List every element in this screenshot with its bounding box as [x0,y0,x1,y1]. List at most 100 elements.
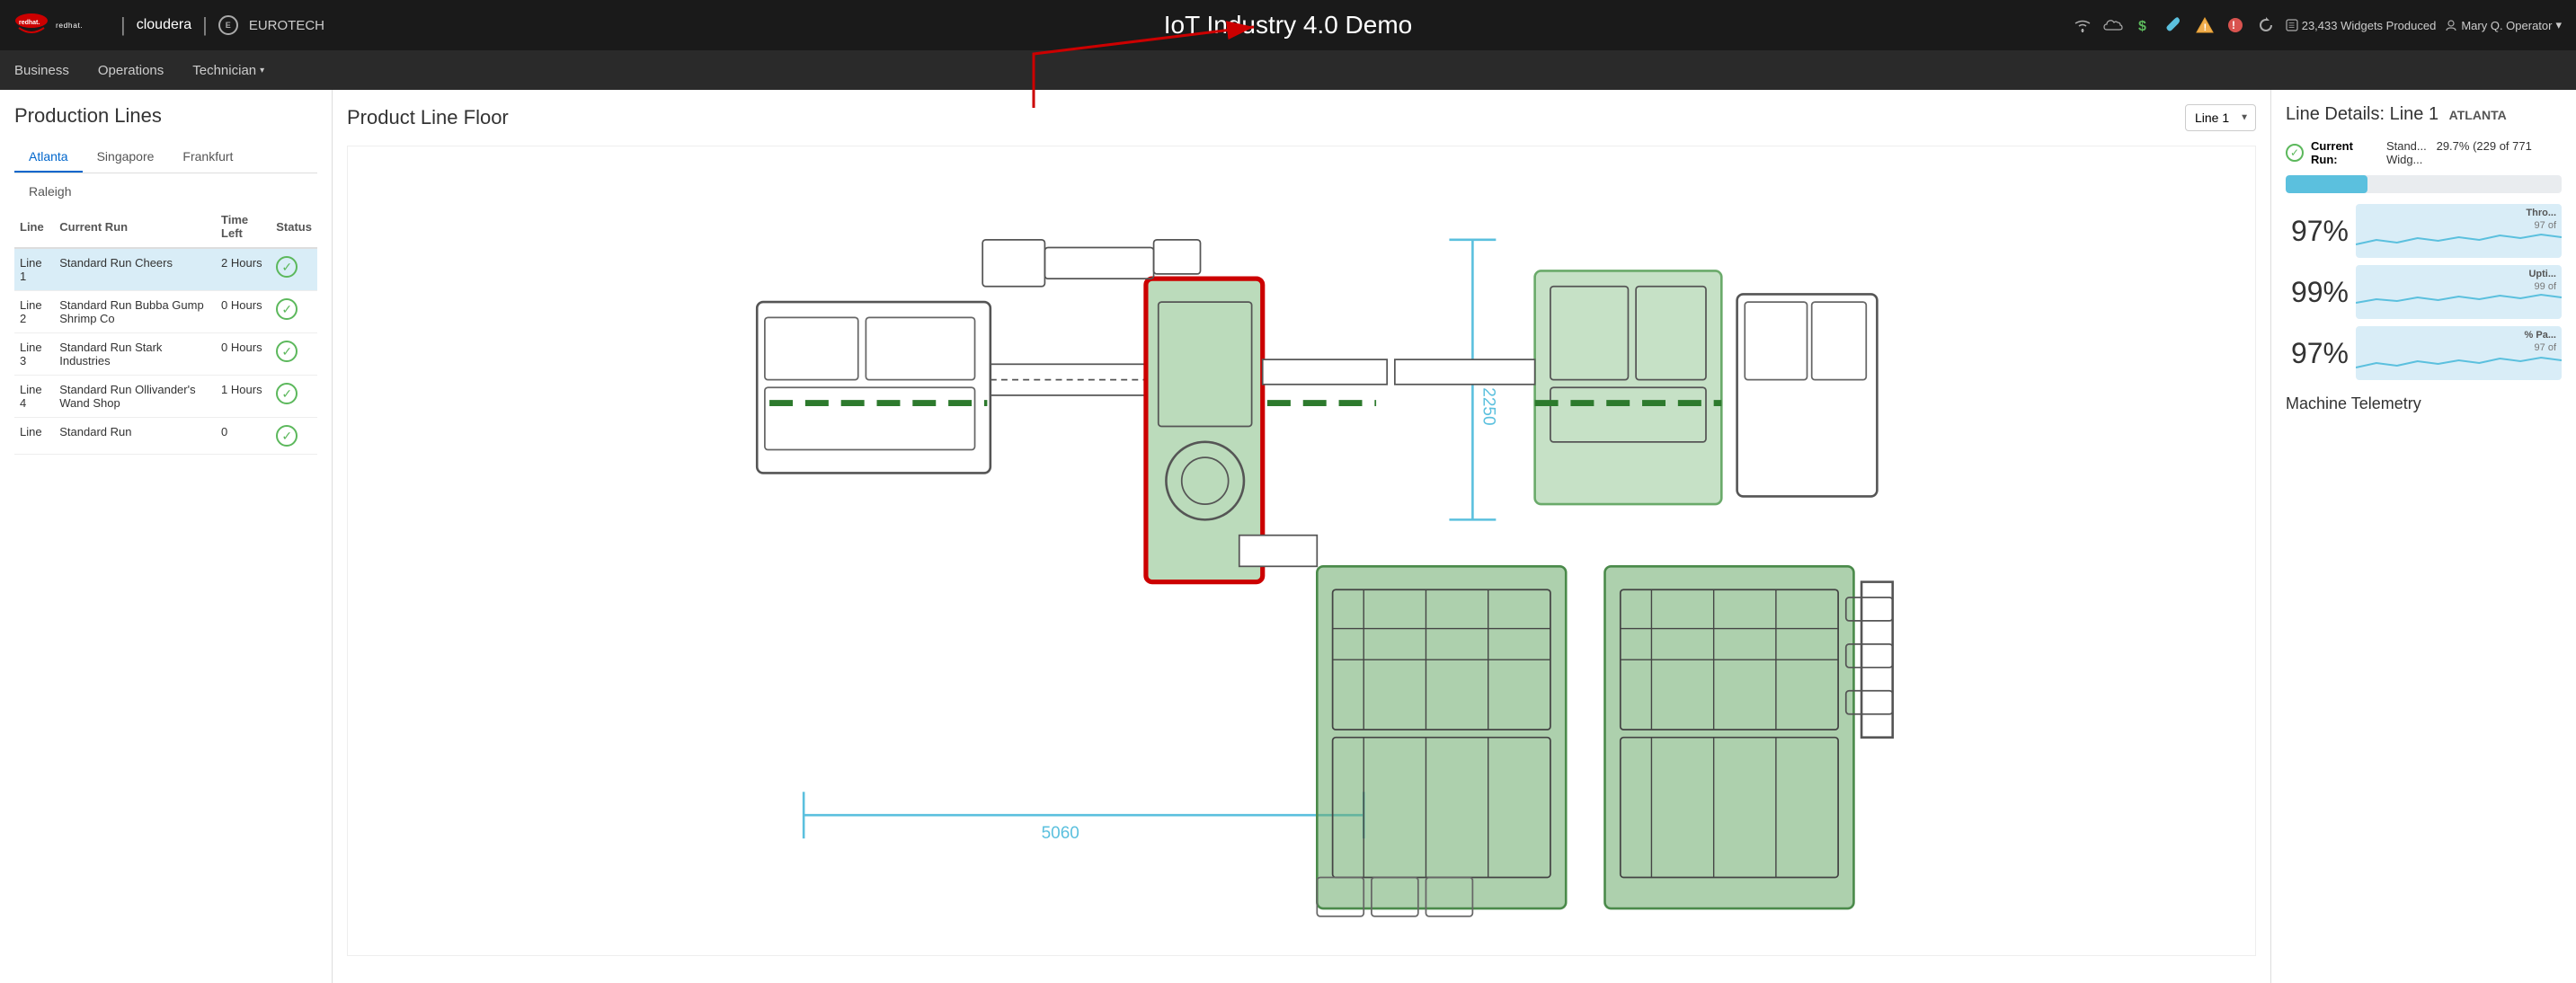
logo-div1: | [120,13,126,37]
location-tabs: Atlanta Singapore Frankfurt [14,142,317,173]
cell-run: Standard Run Stark Industries [54,333,216,376]
table-row[interactable]: Line 3Standard Run Stark Industries0 Hou… [14,333,317,376]
production-table: Line Current Run Time Left Status Line 1… [14,206,317,455]
cell-status: ✓ [271,418,317,455]
tab-atlanta[interactable]: Atlanta [14,142,83,173]
wrench-icon[interactable] [2163,14,2185,36]
metric-pass: 97% % Pa... 97 of [2286,326,2562,380]
warning-icon[interactable]: ! [2194,14,2216,36]
svg-text:2250: 2250 [1479,387,1498,425]
factory-floor: 2250 5060 [347,146,2256,956]
cell-status: ✓ [271,376,317,418]
main-content: Production Lines Atlanta Singapore Frank… [0,90,2576,983]
table-row[interactable]: Line 2Standard Run Bubba Gump Shrimp Co0… [14,291,317,333]
status-check-icon: ✓ [276,383,298,404]
throughput-chart: Thro... 97 of [2356,204,2562,258]
status-check-icon: ✓ [276,256,298,278]
wifi-icon[interactable] [2072,14,2093,36]
cell-time: 0 Hours [216,291,271,333]
nav-business[interactable]: Business [14,59,69,82]
line-dropdown-wrap: Line 1 Line 2 Line 3 Line 4 [2185,104,2256,131]
tab-singapore[interactable]: Singapore [83,142,169,173]
floor-svg: 2250 5060 [348,146,2255,955]
cell-line: Line 3 [14,333,54,376]
redhat-logo: redhat. [14,12,49,39]
cell-status: ✓ [271,291,317,333]
progress-bar [2286,175,2562,193]
metric-uptime: 99% Upti... 99 of [2286,265,2562,319]
logo-area: redhat. redhat. | cloudera | E EUROTECH [14,12,324,39]
current-run-row: ✓ Current Run: Stand... 29.7% (229 of 77… [2286,139,2562,166]
cell-time: 1 Hours [216,376,271,418]
col-status: Status [271,206,317,248]
svg-text:redhat.: redhat. [19,20,40,26]
nav-operations[interactable]: Operations [98,59,164,82]
svg-text:!: ! [2203,22,2207,33]
alert-icon[interactable]: ! [2225,14,2246,36]
cloud-icon[interactable] [2102,14,2124,36]
refresh-icon[interactable] [2255,14,2277,36]
pass-chart: % Pa... 97 of [2356,326,2562,380]
eurotech-text: EUROTECH [249,18,324,33]
floor-title: Product Line Floor [347,106,509,129]
app-title: IoT Industry 4.0 Demo [1164,11,1413,40]
cell-line: Line 1 [14,248,54,291]
cell-run: Standard Run Ollivander's Wand Shop [54,376,216,418]
svg-text:redhat.: redhat. [56,21,83,30]
user-menu[interactable]: Mary Q. Operator ▾ [2445,18,2562,32]
metric-throughput: 97% Thro... 97 of [2286,204,2562,258]
nav-technician[interactable]: Technician ▾ [192,59,264,82]
table-row[interactable]: Line 4Standard Run Ollivander's Wand Sho… [14,376,317,418]
status-check-icon: ✓ [276,341,298,362]
production-lines-title: Production Lines [14,104,317,128]
progress-bar-fill [2286,175,2367,193]
floor-header: Product Line Floor Line 1 Line 2 Line 3 … [347,104,2256,131]
dollar-icon[interactable]: $ [2133,14,2154,36]
col-line: Line [14,206,54,248]
machine-telemetry-title: Machine Telemetry [2286,394,2562,413]
table-row[interactable]: LineStandard Run0✓ [14,418,317,455]
tab-frankfurt[interactable]: Frankfurt [168,142,247,173]
throughput-value: 97% [2286,204,2349,258]
top-bar-right: $ ! ! ☰ 23,433 Widgets Produced Mary Q. … [2072,14,2562,36]
cloudera-text: cloudera [137,17,191,33]
technician-chevron: ▾ [260,66,264,75]
col-time-left: Time Left [216,206,271,248]
redhat-text: redhat. [56,17,110,33]
line-dropdown[interactable]: Line 1 Line 2 Line 3 Line 4 [2185,104,2256,131]
svg-text:$: $ [2138,19,2146,34]
eurotech-logo: E [218,15,238,35]
cell-run: Standard Run Cheers [54,248,216,291]
uptime-value: 99% [2286,265,2349,319]
middle-panel: Product Line Floor Line 1 Line 2 Line 3 … [333,90,2270,983]
right-panel: Line Details: Line 1 ATLANTA ✓ Current R… [2270,90,2576,983]
table-row[interactable]: Line 1Standard Run Cheers2 Hours✓ [14,248,317,291]
run-check-icon: ✓ [2286,144,2304,162]
tab-raleigh[interactable]: Raleigh [14,181,317,206]
status-check-icon: ✓ [276,425,298,447]
cell-line: Line [14,418,54,455]
line-selector: Line 1 Line 2 Line 3 Line 4 [2185,104,2256,131]
cell-time: 2 Hours [216,248,271,291]
cell-line: Line 2 [14,291,54,333]
status-check-icon: ✓ [276,298,298,320]
top-bar: redhat. redhat. | cloudera | E EUROTECH … [0,0,2576,50]
cell-run: Standard Run [54,418,216,455]
left-panel: Production Lines Atlanta Singapore Frank… [0,90,333,983]
cell-time: 0 [216,418,271,455]
pass-value: 97% [2286,326,2349,380]
cell-run: Standard Run Bubba Gump Shrimp Co [54,291,216,333]
svg-text:5060: 5060 [1042,824,1079,843]
cell-time: 0 Hours [216,333,271,376]
cell-line: Line 4 [14,376,54,418]
cell-status: ✓ [271,333,317,376]
widgets-count: ☰ 23,433 Widgets Produced [2286,19,2437,32]
col-current-run: Current Run [54,206,216,248]
nav-bar: Business Operations Technician ▾ [0,50,2576,90]
svg-text:!: ! [2232,19,2235,31]
uptime-chart: Upti... 99 of [2356,265,2562,319]
cell-status: ✓ [271,248,317,291]
svg-text:☰: ☰ [2288,22,2295,30]
details-title: Line Details: Line 1 ATLANTA [2286,104,2562,125]
logo-div2: | [202,13,208,37]
